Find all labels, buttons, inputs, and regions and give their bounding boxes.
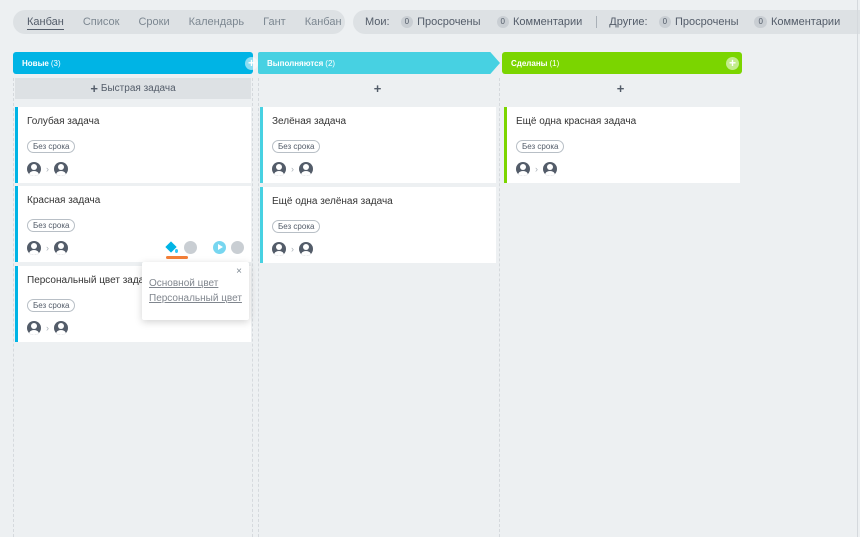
tab-list[interactable]: Список xyxy=(83,15,120,29)
responsible-avatar[interactable] xyxy=(543,162,557,176)
task-card[interactable]: Ещё одна красная задача Без срока › xyxy=(504,107,740,183)
chevron-right-icon: › xyxy=(291,244,294,254)
mine-overdue-filter[interactable]: 0 Просрочены xyxy=(400,16,481,28)
view-tabs: Канбан Список Сроки Календарь Гант Канба… xyxy=(13,10,345,34)
chevron-right-icon: › xyxy=(46,243,49,253)
add-column-icon[interactable]: + xyxy=(245,57,258,70)
column-title: Новые xyxy=(22,58,49,68)
tab-calendar[interactable]: Календарь xyxy=(189,15,245,29)
others-label: Другие: xyxy=(609,16,648,28)
default-color-option[interactable]: Основной цвет xyxy=(149,276,249,291)
task-title[interactable]: Красная задача xyxy=(27,194,251,208)
responsible-avatar[interactable] xyxy=(54,241,68,255)
card-actions xyxy=(165,241,249,254)
filter-label: Комментарии xyxy=(512,16,583,28)
task-card[interactable]: Зелёная задача Без срока › xyxy=(260,107,496,183)
chevron-right-icon: › xyxy=(46,323,49,333)
others-overdue-filter[interactable]: 0 Просрочены xyxy=(658,16,739,28)
deadline-badge[interactable]: Без срока xyxy=(516,140,565,153)
page-edge xyxy=(857,0,858,537)
column-count: (3) xyxy=(50,58,61,68)
column-count: (1) xyxy=(549,58,560,68)
others-comments-filter[interactable]: 0 Комментарии xyxy=(754,16,840,28)
plus-icon: + xyxy=(616,81,625,96)
tab-kanban[interactable]: Канбан xyxy=(27,15,64,30)
add-task-button[interactable]: + xyxy=(504,78,740,99)
quick-task-button[interactable]: + Быстрая задача xyxy=(15,78,251,99)
mine-label: Мои: xyxy=(365,16,390,28)
plus-icon: + xyxy=(90,81,98,96)
add-column-icon[interactable]: + xyxy=(726,57,739,70)
creator-avatar[interactable] xyxy=(27,241,41,255)
task-people: › xyxy=(272,242,496,256)
chevron-right-icon: › xyxy=(291,164,294,174)
column-header: Новые (3) + xyxy=(13,52,258,74)
chevron-right-icon: › xyxy=(46,164,49,174)
task-title[interactable]: Голубая задача xyxy=(27,115,251,129)
active-indicator xyxy=(166,256,188,259)
deadline-badge[interactable]: Без срока xyxy=(27,140,76,153)
close-icon[interactable]: × xyxy=(236,266,242,277)
counter-badge: 0 xyxy=(400,16,414,28)
filter-label: Просрочены xyxy=(417,16,481,28)
creator-avatar[interactable] xyxy=(516,162,530,176)
creator-avatar[interactable] xyxy=(27,321,41,335)
task-card[interactable]: Голубая задача Без срока › xyxy=(15,107,251,183)
column-header: Сделаны (1) + xyxy=(502,52,742,74)
column-header: Выполняются (2) xyxy=(258,52,500,74)
tab-deadlines[interactable]: Сроки xyxy=(138,15,169,29)
column-count: (2) xyxy=(325,58,336,68)
filter-label: Комментарии xyxy=(770,16,841,28)
quick-task-label: Быстрая задача xyxy=(100,83,176,94)
task-title[interactable]: Ещё одна зелёная задача xyxy=(272,195,496,209)
paint-bucket-icon[interactable] xyxy=(165,241,179,254)
creator-avatar[interactable] xyxy=(27,162,41,176)
deadline-badge[interactable]: Без срока xyxy=(272,140,321,153)
task-people: › xyxy=(516,162,740,176)
column-title: Сделаны xyxy=(511,58,548,68)
personal-color-option[interactable]: Персональный цвет xyxy=(149,291,249,306)
counter-badge: 0 xyxy=(496,16,509,28)
responsible-avatar[interactable] xyxy=(54,162,68,176)
responsible-avatar[interactable] xyxy=(54,321,68,335)
color-popup: × Основной цвет Персональный цвет xyxy=(142,262,249,320)
mine-comments-filter[interactable]: 0 Комментарии xyxy=(496,16,583,28)
responsible-avatar[interactable] xyxy=(299,162,313,176)
add-task-button[interactable]: + xyxy=(260,78,498,99)
tab-kanban-2[interactable]: Канбан xyxy=(305,15,342,29)
status-icon[interactable] xyxy=(184,241,197,254)
task-title[interactable]: Зелёная задача xyxy=(272,115,496,129)
plus-icon: + xyxy=(373,81,382,96)
divider xyxy=(596,16,598,28)
filter-label: Просрочены xyxy=(675,16,739,28)
counter-badge: 0 xyxy=(754,16,767,28)
counters-bar: Мои: 0 Просрочены 0 Комментарии Другие: … xyxy=(353,10,860,34)
column-done: Сделаны (1) + + Ещё одна красная задача … xyxy=(502,52,742,537)
counter-badge: 0 xyxy=(658,16,672,28)
task-card[interactable]: Ещё одна зелёная задача Без срока › xyxy=(260,187,496,263)
chevron-right-icon: › xyxy=(535,164,538,174)
creator-avatar[interactable] xyxy=(272,242,286,256)
play-icon[interactable] xyxy=(213,241,226,254)
deadline-badge[interactable]: Без срока xyxy=(27,299,76,312)
task-people: › xyxy=(27,321,251,335)
deadline-badge[interactable]: Без срока xyxy=(27,219,76,232)
column-in-progress: Выполняются (2) + Зелёная задача Без сро… xyxy=(258,52,500,537)
task-people: › xyxy=(27,162,251,176)
deadline-badge[interactable]: Без срока xyxy=(272,220,321,233)
tab-gantt[interactable]: Гант xyxy=(263,15,286,29)
column-title: Выполняются xyxy=(267,58,324,68)
task-people: › xyxy=(272,162,496,176)
task-title[interactable]: Ещё одна красная задача xyxy=(516,115,740,129)
responsible-avatar[interactable] xyxy=(299,242,313,256)
creator-avatar[interactable] xyxy=(272,162,286,176)
stop-icon[interactable] xyxy=(231,241,244,254)
